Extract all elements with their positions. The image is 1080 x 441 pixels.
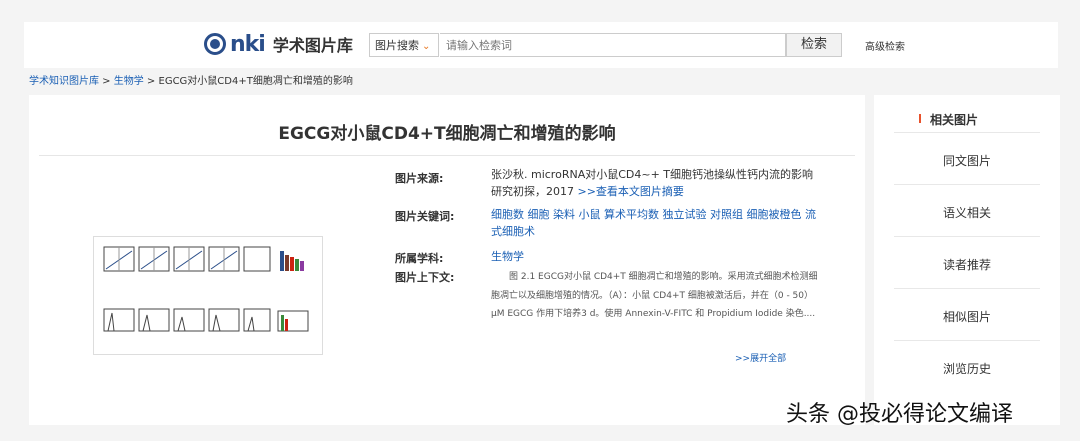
search-input[interactable] bbox=[440, 33, 786, 57]
figure-thumbnail-image bbox=[103, 246, 309, 332]
context-label: 图片上下文: bbox=[395, 271, 455, 284]
keyword-link[interactable]: 细胞 bbox=[528, 208, 550, 221]
page-title: EGCG对小鼠CD4+T细胞凋亡和增殖的影响 bbox=[278, 124, 616, 144]
subject-label: 所属学科: bbox=[395, 252, 444, 265]
keyword-link[interactable]: 对照组 bbox=[710, 208, 743, 221]
related-images-sidebar: 相关图片 同文图片 语义相关 读者推荐 相似图片 浏览历史 bbox=[874, 95, 1060, 425]
keyword-link[interactable]: 算术平均数 bbox=[604, 208, 659, 221]
view-abstract-link[interactable]: >>查看本文图片摘要 bbox=[578, 185, 684, 198]
watermark: 头条 @投必得论文编译 bbox=[786, 402, 1013, 427]
sidebar-item-history[interactable]: 浏览历史 bbox=[874, 360, 1060, 377]
sidebar-divider bbox=[894, 340, 1040, 341]
keywords-label: 图片关键词: bbox=[395, 210, 455, 223]
subject-link[interactable]: 生物学 bbox=[491, 248, 821, 265]
search-type-label: 图片搜索 bbox=[375, 39, 419, 52]
keyword-link[interactable]: 染料 bbox=[553, 208, 575, 221]
sidebar-divider bbox=[894, 184, 1040, 185]
context-text: 图 2.1 EGCG对小鼠 CD4+T 细胞凋亡和增殖的影响。采用流式细胞术检测… bbox=[491, 272, 818, 319]
cnki-logo[interactable]: nki 学术图片库 bbox=[204, 27, 353, 61]
breadcrumb-current: EGCG对小鼠CD4+T细胞凋亡和增殖的影响 bbox=[158, 76, 353, 87]
breadcrumb-category[interactable]: 生物学 bbox=[114, 76, 144, 87]
title-divider bbox=[39, 155, 855, 156]
breadcrumb: 学术知识图片库 > 生物学 > EGCG对小鼠CD4+T细胞凋亡和增殖的影响 bbox=[29, 72, 353, 87]
sidebar-item-same-article[interactable]: 同文图片 bbox=[874, 152, 1060, 169]
sidebar-divider bbox=[894, 132, 1040, 133]
source-label: 图片来源: bbox=[395, 172, 444, 185]
breadcrumb-root[interactable]: 学术知识图片库 bbox=[29, 76, 99, 87]
sidebar-item-reader-recommend[interactable]: 读者推荐 bbox=[874, 256, 1060, 273]
sidebar-heading: 相关图片 bbox=[918, 113, 979, 127]
sidebar-divider bbox=[894, 236, 1040, 237]
sidebar-item-similar[interactable]: 相似图片 bbox=[874, 308, 1060, 325]
logo-cnki-text: nki bbox=[230, 31, 266, 57]
chevron-down-icon: ⌄ bbox=[422, 41, 431, 52]
main-panel: EGCG对小鼠CD4+T细胞凋亡和增殖的影响 图片来源: 张沙秋. microR… bbox=[29, 95, 865, 425]
cnki-logo-icon bbox=[204, 33, 226, 55]
keyword-link[interactable]: 小鼠 bbox=[579, 208, 601, 221]
search-button[interactable]: 检索 bbox=[786, 33, 842, 57]
sidebar-divider bbox=[894, 288, 1040, 289]
keyword-link[interactable]: 独立试验 bbox=[663, 208, 707, 221]
search-type-dropdown[interactable]: 图片搜索 ⌄ bbox=[369, 33, 439, 57]
site-title: 学术图片库 bbox=[272, 36, 353, 55]
keyword-link[interactable]: 细胞被橙色 bbox=[747, 208, 802, 221]
figure-thumbnail[interactable] bbox=[93, 236, 323, 355]
source-value: 张沙秋. microRNA对小鼠CD4~+ T细胞钙池操纵性钙内流的影响研究初探… bbox=[491, 166, 821, 200]
keywords-list: 细胞数 细胞 染料 小鼠 算术平均数 独立试验 对照组 细胞被橙色 流式细胞术 bbox=[491, 206, 821, 240]
sidebar-item-semantic[interactable]: 语义相关 bbox=[874, 204, 1060, 221]
breadcrumb-separator: > bbox=[143, 76, 159, 87]
keyword-link[interactable]: 细胞数 bbox=[491, 208, 524, 221]
advanced-search-link[interactable]: 高级检索 bbox=[865, 38, 905, 53]
expand-all-link[interactable]: >>展开全部 bbox=[735, 351, 786, 364]
breadcrumb-separator: > bbox=[99, 76, 114, 87]
